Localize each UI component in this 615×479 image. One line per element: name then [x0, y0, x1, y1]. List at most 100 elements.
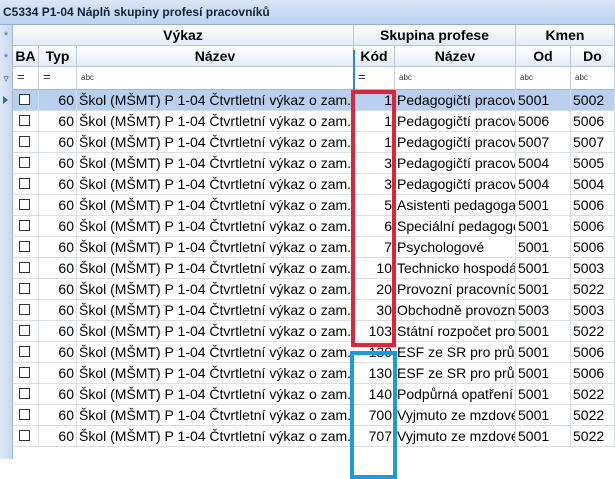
cell-typ[interactable]: 60 — [39, 342, 77, 363]
cell-od[interactable]: 5001 — [516, 279, 571, 300]
ba-checkbox[interactable] — [19, 346, 30, 357]
cell-nazev-vykaz[interactable]: Škol (MŠMT) P 1-04 Čtvrtletní výkaz o za… — [77, 153, 354, 174]
cell-od[interactable]: 5001 — [516, 90, 571, 111]
cell-kod[interactable]: 30 — [354, 300, 395, 321]
cell-nazev-vykaz[interactable]: Škol (MŠMT) P 1-04 Čtvrtletní výkaz o za… — [77, 384, 354, 405]
table-row[interactable]: 60 Škol (MŠMT) P 1-04 Čtvrtletní výkaz o … — [13, 279, 615, 300]
cell-typ[interactable]: 60 — [39, 363, 77, 384]
cell-nazev-vykaz[interactable]: Škol (MŠMT) P 1-04 Čtvrtletní výkaz o za… — [77, 90, 354, 111]
cell-typ[interactable]: 60 — [39, 258, 77, 279]
cell-kod[interactable]: 10 — [354, 258, 395, 279]
cell-do[interactable]: 5006 — [571, 363, 615, 384]
cell-typ[interactable]: 60 — [39, 153, 77, 174]
cell-nazev-skupina[interactable]: ESF ze SR pro průr — [395, 342, 516, 363]
cell-nazev-skupina[interactable]: Provozní pracovníci — [395, 279, 516, 300]
cell-do[interactable]: 5022 — [571, 426, 615, 447]
cell-nazev-vykaz[interactable]: Škol (MŠMT) P 1-04 Čtvrtletní výkaz o za… — [77, 216, 354, 237]
cell-nazev-vykaz[interactable]: Škol (MŠMT) P 1-04 Čtvrtletní výkaz o za… — [77, 363, 354, 384]
table-row[interactable]: 60 Škol (MŠMT) P 1-04 Čtvrtletní výkaz o … — [13, 111, 615, 132]
ba-checkbox[interactable] — [19, 94, 30, 105]
filter-typ[interactable]: = — [39, 67, 77, 90]
filter-nazev-vykaz[interactable]: abc — [77, 67, 354, 90]
ba-checkbox[interactable] — [19, 409, 30, 420]
cell-kod[interactable]: 6 — [354, 216, 395, 237]
cell-typ[interactable]: 60 — [39, 384, 77, 405]
ba-checkbox[interactable] — [19, 304, 30, 315]
table-row[interactable]: 60 Škol (MŠMT) P 1-04 Čtvrtletní výkaz o … — [13, 174, 615, 195]
cell-nazev-vykaz[interactable]: Škol (MŠMT) P 1-04 Čtvrtletní výkaz o za… — [77, 300, 354, 321]
column-header-typ[interactable]: Typ — [39, 46, 77, 67]
cell-od[interactable]: 5001 — [516, 237, 571, 258]
ba-checkbox[interactable] — [19, 115, 30, 126]
cell-nazev-skupina[interactable]: Psychologové — [395, 237, 516, 258]
cell-nazev-skupina[interactable]: Asistenti pedagoga — [395, 195, 516, 216]
ba-checkbox[interactable] — [19, 325, 30, 336]
cell-nazev-vykaz[interactable]: Škol (MŠMT) P 1-04 Čtvrtletní výkaz o za… — [77, 174, 354, 195]
cell-do[interactable]: 5005 — [571, 153, 615, 174]
cell-od[interactable]: 5001 — [516, 405, 571, 426]
cell-nazev-skupina[interactable]: Podpůrná opatření — [395, 384, 516, 405]
table-row[interactable]: 60 Škol (MŠMT) P 1-04 Čtvrtletní výkaz o … — [13, 258, 615, 279]
filter-icon[interactable]: ▿ — [0, 73, 12, 85]
cell-od[interactable]: 5001 — [516, 216, 571, 237]
cell-typ[interactable]: 60 — [39, 111, 77, 132]
ba-checkbox[interactable] — [19, 136, 30, 147]
cell-typ[interactable]: 60 — [39, 321, 77, 342]
cell-typ[interactable]: 60 — [39, 216, 77, 237]
table-row[interactable]: 60 Škol (MŠMT) P 1-04 Čtvrtletní výkaz o … — [13, 405, 615, 426]
cell-kod[interactable]: 130 — [354, 363, 395, 384]
cell-kod[interactable]: 7 — [354, 237, 395, 258]
table-row[interactable]: 60 Škol (MŠMT) P 1-04 Čtvrtletní výkaz o … — [13, 90, 615, 111]
table-row[interactable]: 60 Škol (MŠMT) P 1-04 Čtvrtletní výkaz o … — [13, 300, 615, 321]
cell-do[interactable]: 5003 — [571, 300, 615, 321]
column-header-nazev-skupina[interactable]: Název — [395, 46, 516, 67]
cell-typ[interactable]: 60 — [39, 174, 77, 195]
table-row[interactable]: 60 Škol (MŠMT) P 1-04 Čtvrtletní výkaz o … — [13, 237, 615, 258]
column-header-do[interactable]: Do — [571, 46, 615, 67]
cell-nazev-skupina[interactable]: Pedagogičtí pracovn — [395, 111, 516, 132]
cell-nazev-vykaz[interactable]: Škol (MŠMT) P 1-04 Čtvrtletní výkaz o za… — [77, 405, 354, 426]
cell-od[interactable]: 5007 — [516, 132, 571, 153]
cell-kod[interactable]: 3 — [354, 174, 395, 195]
cell-kod[interactable]: 103 — [354, 321, 395, 342]
table-row[interactable]: 60 Škol (MŠMT) P 1-04 Čtvrtletní výkaz o … — [13, 132, 615, 153]
cell-nazev-vykaz[interactable]: Škol (MŠMT) P 1-04 Čtvrtletní výkaz o za… — [77, 342, 354, 363]
cell-kod[interactable]: 3 — [354, 153, 395, 174]
cell-nazev-vykaz[interactable]: Škol (MŠMT) P 1-04 Čtvrtletní výkaz o za… — [77, 258, 354, 279]
cell-nazev-skupina[interactable]: Pedagogičtí pracovn — [395, 90, 516, 111]
cell-nazev-skupina[interactable]: Vyjmuto ze mzdové — [395, 405, 516, 426]
cell-kod[interactable]: 140 — [354, 384, 395, 405]
cell-nazev-skupina[interactable]: Pedagogičtí pracovn — [395, 132, 516, 153]
filter-do[interactable]: abc — [571, 67, 615, 90]
column-header-nazev-vykaz[interactable]: Název — [77, 46, 354, 67]
table-row[interactable]: 60 Škol (MŠMT) P 1-04 Čtvrtletní výkaz o … — [13, 195, 615, 216]
cell-kod[interactable]: 707 — [354, 426, 395, 447]
cell-typ[interactable]: 60 — [39, 237, 77, 258]
cell-nazev-skupina[interactable]: Pedagogičtí pracovn — [395, 174, 516, 195]
column-header-ba[interactable]: BA — [13, 46, 39, 67]
cell-nazev-vykaz[interactable]: Škol (MŠMT) P 1-04 Čtvrtletní výkaz o za… — [77, 321, 354, 342]
ba-checkbox[interactable] — [19, 430, 30, 441]
cell-typ[interactable]: 60 — [39, 195, 77, 216]
cell-do[interactable]: 5002 — [571, 90, 615, 111]
cell-nazev-vykaz[interactable]: Škol (MŠMT) P 1-04 Čtvrtletní výkaz o za… — [77, 111, 354, 132]
cell-od[interactable]: 5004 — [516, 174, 571, 195]
cell-od[interactable]: 5001 — [516, 426, 571, 447]
table-row[interactable]: 60 Škol (MŠMT) P 1-04 Čtvrtletní výkaz o … — [13, 342, 615, 363]
cell-od[interactable]: 5001 — [516, 321, 571, 342]
cell-do[interactable]: 5006 — [571, 216, 615, 237]
cell-kod[interactable]: 5 — [354, 195, 395, 216]
ba-checkbox[interactable] — [19, 262, 30, 273]
cell-do[interactable]: 5022 — [571, 321, 615, 342]
cell-od[interactable]: 5004 — [516, 153, 571, 174]
ba-checkbox[interactable] — [19, 241, 30, 252]
cell-kod[interactable]: 700 — [354, 405, 395, 426]
table-row[interactable]: 60 Škol (MŠMT) P 1-04 Čtvrtletní výkaz o … — [13, 321, 615, 342]
ba-checkbox[interactable] — [19, 157, 30, 168]
cell-nazev-skupina[interactable]: ESF ze SR pro průr — [395, 363, 516, 384]
column-header-od[interactable]: Od — [516, 46, 571, 67]
cell-nazev-skupina[interactable]: Státní rozpočet pro — [395, 321, 516, 342]
ba-checkbox[interactable] — [19, 388, 30, 399]
cell-od[interactable]: 5001 — [516, 195, 571, 216]
cell-od[interactable]: 5001 — [516, 342, 571, 363]
